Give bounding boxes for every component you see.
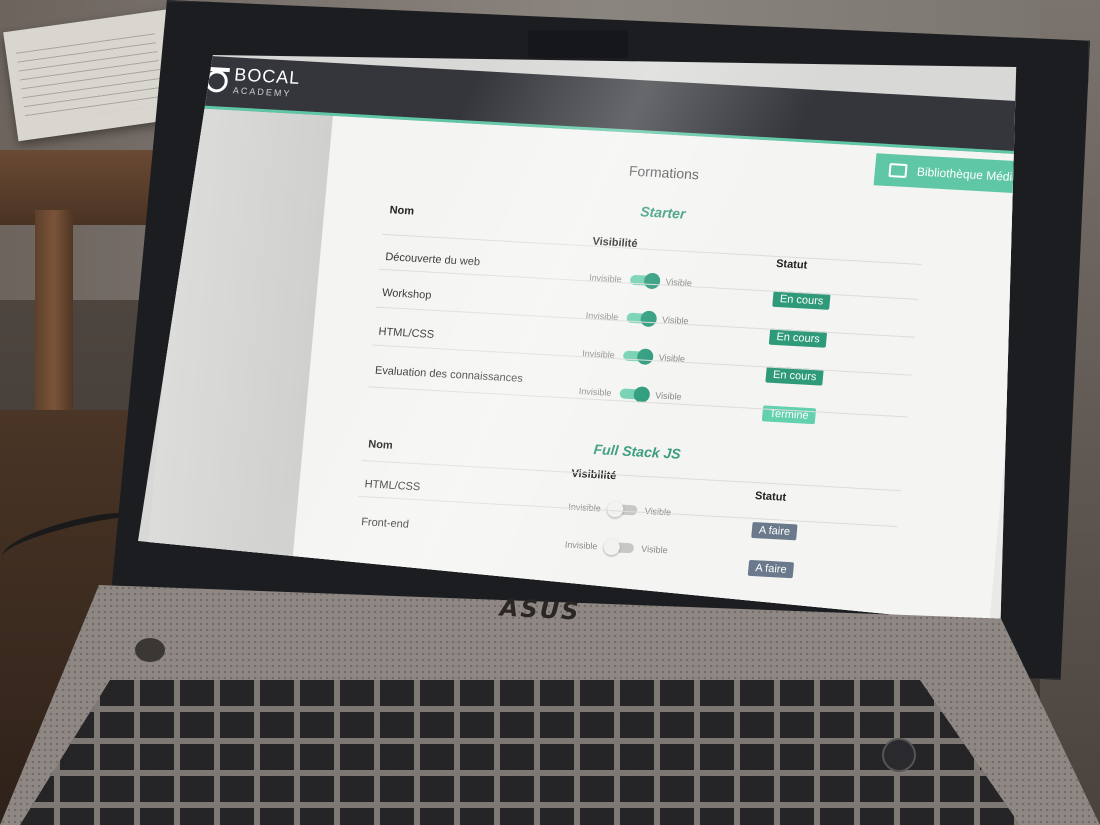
section-title: Starter xyxy=(639,203,687,222)
table-row-name: Evaluation des connaissances xyxy=(374,364,524,385)
column-header-name: Nom xyxy=(389,204,415,218)
page-title: Formations xyxy=(628,162,700,183)
section-title: Full Stack JS xyxy=(592,441,682,462)
status-badge: A faire xyxy=(747,559,795,579)
table-row-name: Découverte du web xyxy=(384,251,481,269)
visibility-toggle[interactable] xyxy=(602,538,634,556)
app-logo[interactable]: BOCAL ACADEMY xyxy=(204,64,301,102)
webcam xyxy=(528,30,628,58)
table-row-name: Front-end xyxy=(360,516,410,531)
status-badge: A faire xyxy=(751,521,798,541)
toggle-on-label: Visible xyxy=(640,543,669,556)
row-divider xyxy=(361,460,902,492)
speaker-icon xyxy=(135,638,165,662)
logo-text: BOCAL ACADEMY xyxy=(232,64,301,102)
power-button[interactable] xyxy=(882,738,916,772)
toggle-on-label: Visible xyxy=(654,390,683,402)
toggle-off-label: Invisible xyxy=(564,539,598,552)
column-header-status: Statut xyxy=(754,490,787,504)
wooden-shelf xyxy=(0,150,170,225)
image-folder-icon xyxy=(888,163,908,179)
table-row-name: HTML/CSS xyxy=(364,478,421,494)
paper-handwriting xyxy=(15,25,165,125)
toggle-knob xyxy=(636,348,654,366)
keyboard-rows xyxy=(20,680,1020,825)
toggle-knob xyxy=(642,272,661,290)
column-header-visibility: Visibilité xyxy=(570,467,617,483)
media-library-label: Bibliothèque Médias xyxy=(916,164,1018,185)
visibility-toggle-row: Invisible Visible xyxy=(564,538,669,556)
toggle-knob xyxy=(639,310,657,328)
column-header-status: Statut xyxy=(775,257,808,272)
toggle-off-label: Invisible xyxy=(578,386,612,398)
row-divider xyxy=(358,495,898,528)
logo-subtitle: ACADEMY xyxy=(232,85,292,99)
table-row-name: HTML/CSS xyxy=(378,325,435,341)
laptop-brand-logo: ASUS xyxy=(499,593,582,626)
column-header-name: Nom xyxy=(367,438,394,452)
toggle-knob xyxy=(602,538,621,556)
table-row-name: Workshop xyxy=(381,286,432,302)
visibility-toggle[interactable] xyxy=(618,386,651,403)
photo-scene: BOCAL ACADEMY Formations Starter Nom Vis… xyxy=(0,0,1100,825)
